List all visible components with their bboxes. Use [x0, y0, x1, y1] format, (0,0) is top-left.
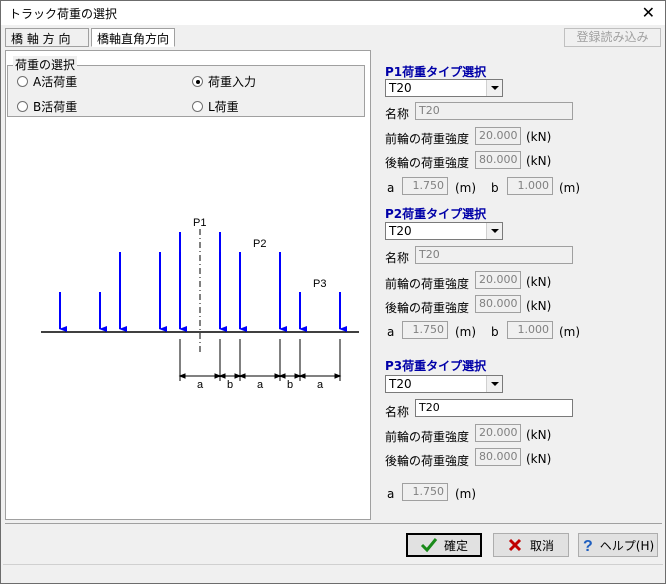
- help-label: ヘルプ(H): [599, 538, 655, 553]
- status-bar: [3, 564, 663, 582]
- p2-name-field[interactable]: T20: [415, 246, 573, 264]
- label-dim-b: b: [287, 379, 293, 391]
- p3-rear-field[interactable]: 80.000: [475, 448, 521, 466]
- p2-front-unit: (kN): [526, 275, 552, 289]
- p2-a-unit: (m): [455, 325, 477, 339]
- p3-section-title: P3荷重タイプ選択: [385, 359, 487, 373]
- label-dim-a: a: [317, 379, 324, 391]
- p1-type-select[interactable]: T20: [385, 79, 503, 97]
- cancel-label: 取消: [529, 538, 554, 553]
- p2-type-value: T20: [389, 224, 412, 238]
- chevron-down-icon[interactable]: [486, 80, 502, 96]
- dimension-lines: [178, 373, 342, 379]
- p2-rear-unit: (kN): [526, 299, 552, 313]
- p2-name-label: 名称: [385, 251, 410, 265]
- p3-a-field[interactable]: 1.750: [402, 483, 448, 501]
- p2-a-label: a: [387, 325, 395, 339]
- p1-rear-field[interactable]: 80.000: [475, 151, 521, 169]
- p1-name-label: 名称: [385, 107, 410, 121]
- p1-a-label: a: [387, 181, 395, 195]
- p1-front-unit: (kN): [526, 130, 552, 144]
- p3-name-label: 名称: [385, 405, 410, 419]
- p1-a-unit: (m): [455, 181, 477, 195]
- p2-front-label: 前輪の荷重強度: [385, 277, 470, 291]
- help-button[interactable]: ? ヘルプ(H): [578, 533, 658, 557]
- p1-section-title: P1荷重タイプ選択: [385, 65, 487, 79]
- p1-type-value: T20: [389, 81, 412, 95]
- label-p3: P3: [313, 278, 326, 290]
- label-p1: P1: [193, 217, 206, 229]
- dialog-window: トラック荷重の選択 ✕ 橋 軸 方 向 橋軸直角方向 登録読み込み 荷重の選択 …: [0, 0, 666, 584]
- p3-rear-unit: (kN): [526, 452, 552, 466]
- p3-a-unit: (m): [455, 487, 477, 501]
- p2-rear-field[interactable]: 80.000: [475, 295, 521, 313]
- p3-front-label: 前輪の荷重強度: [385, 430, 470, 444]
- load-registered-button[interactable]: 登録読み込み: [564, 28, 661, 47]
- p1-b-unit: (m): [559, 181, 581, 195]
- ok-button[interactable]: 確定: [406, 533, 482, 557]
- p3-type-select[interactable]: T20: [385, 375, 503, 393]
- p3-name-field[interactable]: T20: [415, 399, 573, 417]
- dimension-extension-lines: [179, 339, 341, 381]
- p2-a-field[interactable]: 1.750: [402, 321, 448, 339]
- label-dim-b: b: [227, 379, 233, 391]
- p1-rear-unit: (kN): [526, 154, 552, 168]
- label-dim-a: a: [197, 379, 204, 391]
- check-icon: [420, 538, 438, 553]
- svg-text:?: ?: [583, 538, 593, 553]
- p1-b-field[interactable]: 1.000: [507, 177, 553, 195]
- p2-rear-label: 後輪の荷重強度: [385, 301, 470, 315]
- label-p2: P2: [253, 238, 266, 250]
- p3-front-field[interactable]: 20.000: [475, 424, 521, 442]
- p1-front-field[interactable]: 20.000: [475, 127, 521, 145]
- ok-label: 確定: [443, 538, 468, 553]
- label-dim-a: a: [257, 379, 264, 391]
- cancel-button[interactable]: 取消: [493, 533, 569, 557]
- chevron-down-icon[interactable]: [486, 376, 502, 392]
- p3-rear-label: 後輪の荷重強度: [385, 454, 470, 468]
- close-icon[interactable]: ✕: [642, 3, 655, 22]
- chevron-down-icon[interactable]: [486, 223, 502, 239]
- p1-a-field[interactable]: 1.750: [402, 177, 448, 195]
- p1-name-field[interactable]: T20: [415, 102, 573, 120]
- p3-front-unit: (kN): [526, 428, 552, 442]
- p2-section-title: P2荷重タイプ選択: [385, 207, 487, 221]
- p3-a-label: a: [387, 487, 395, 501]
- p2-b-field[interactable]: 1.000: [507, 321, 553, 339]
- help-question-icon: ?: [583, 538, 593, 553]
- truck-load-diagram: P1 P2 P3 a b a b a: [41, 217, 359, 391]
- p2-front-field[interactable]: 20.000: [475, 271, 521, 289]
- p2-type-select[interactable]: T20: [385, 222, 503, 240]
- p1-front-label: 前輪の荷重強度: [385, 132, 470, 146]
- cancel-x-icon: [508, 538, 522, 552]
- p2-b-label: b: [491, 325, 499, 339]
- p1-rear-label: 後輪の荷重強度: [385, 156, 470, 170]
- p2-b-unit: (m): [559, 325, 581, 339]
- p3-type-value: T20: [389, 377, 412, 391]
- p1-b-label: b: [491, 181, 499, 195]
